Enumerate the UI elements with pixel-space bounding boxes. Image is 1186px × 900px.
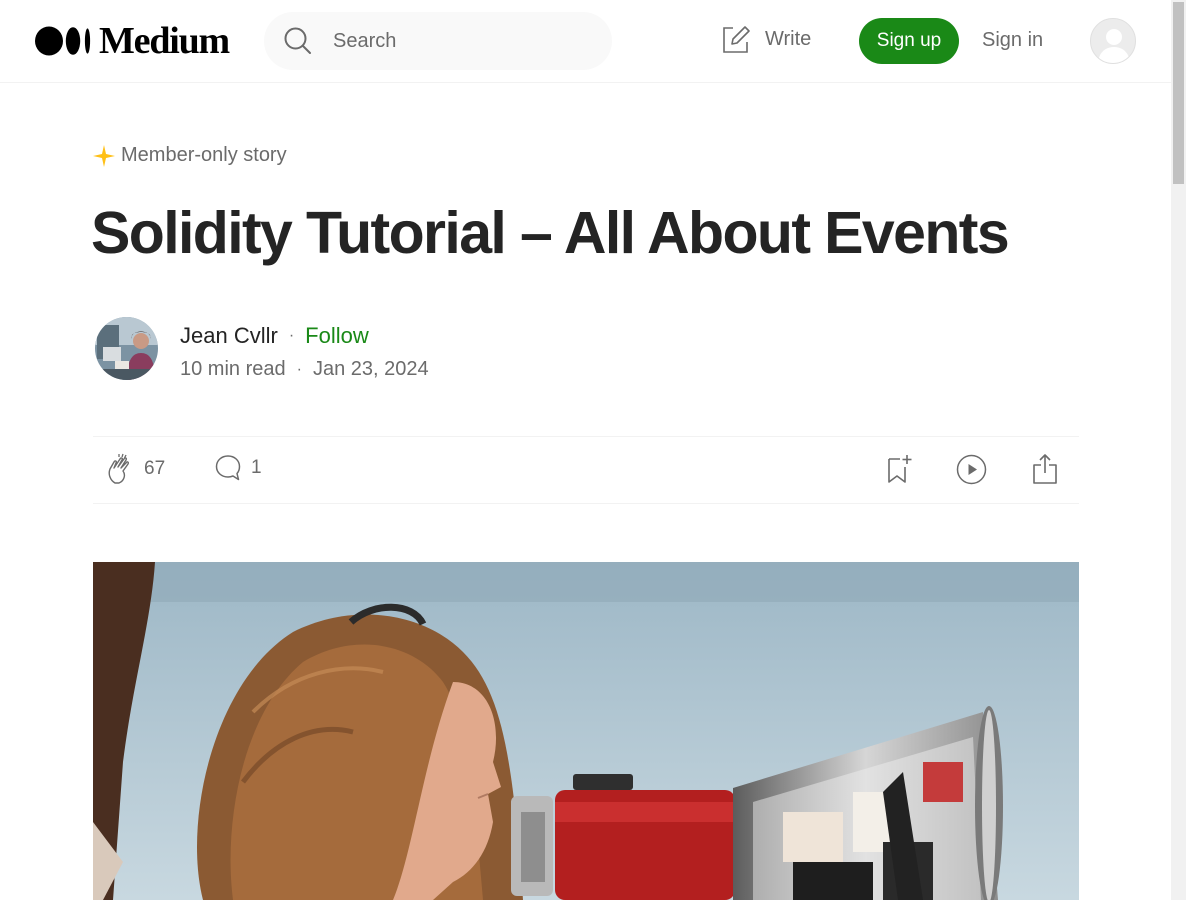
- article-hero-image: [93, 562, 1079, 900]
- clap-icon: [108, 453, 129, 484]
- listen-button[interactable]: [956, 454, 987, 485]
- separator-dot: ·: [288, 327, 295, 344]
- read-time: 10 min read: [180, 358, 286, 380]
- save-to-list-button[interactable]: [885, 453, 913, 485]
- page-scrollbar[interactable]: [1171, 0, 1186, 900]
- search-icon: [284, 27, 311, 54]
- bookmark-add-icon: [888, 455, 912, 483]
- scrollbar-thumb[interactable]: [1173, 2, 1184, 184]
- member-only-label: Member-only story: [121, 144, 287, 166]
- medium-wordmark: Medium: [99, 20, 230, 62]
- medium-logo[interactable]: Medium: [35, 20, 230, 62]
- clap-button[interactable]: 67: [106, 453, 165, 485]
- comment-icon: [215, 455, 241, 481]
- article-meta: 10 min read · Jan 23, 2024: [180, 358, 429, 381]
- author-photo: [95, 317, 158, 380]
- play-icon: [956, 454, 987, 485]
- write-button[interactable]: Write: [720, 24, 811, 55]
- search-input[interactable]: [333, 29, 583, 53]
- sparkle-icon: [93, 144, 115, 167]
- comment-count: 1: [251, 457, 262, 478]
- search-box[interactable]: [264, 12, 612, 70]
- sign-in-link[interactable]: Sign in: [982, 29, 1043, 52]
- user-avatar-icon: [1091, 19, 1135, 63]
- publish-date: Jan 23, 2024: [312, 358, 429, 380]
- comment-button[interactable]: 1: [215, 454, 262, 482]
- article-action-bar: 67 1: [93, 436, 1079, 504]
- medium-logo-icon: [35, 26, 91, 56]
- member-only-badge: Member-only story: [93, 144, 287, 167]
- article-title: Solidity Tutorial – All About Events: [91, 200, 1010, 266]
- write-label: Write: [765, 28, 812, 50]
- share-icon: [1033, 454, 1057, 484]
- sign-up-button[interactable]: Sign up: [859, 18, 959, 64]
- author-line: Jean Cvllr · Follow: [180, 323, 369, 349]
- user-avatar-button[interactable]: [1090, 18, 1136, 64]
- separator-dot: ·: [296, 360, 302, 378]
- hero-photo-megaphone: [93, 562, 1079, 900]
- write-icon: [723, 26, 750, 53]
- follow-button[interactable]: Follow: [305, 323, 369, 349]
- share-button[interactable]: [1032, 453, 1058, 485]
- top-navigation-bar: Medium Write Sign up Sign in: [0, 0, 1171, 83]
- author-name[interactable]: Jean Cvllr: [180, 323, 278, 349]
- author-avatar[interactable]: [95, 317, 158, 380]
- clap-count: 67: [144, 458, 166, 479]
